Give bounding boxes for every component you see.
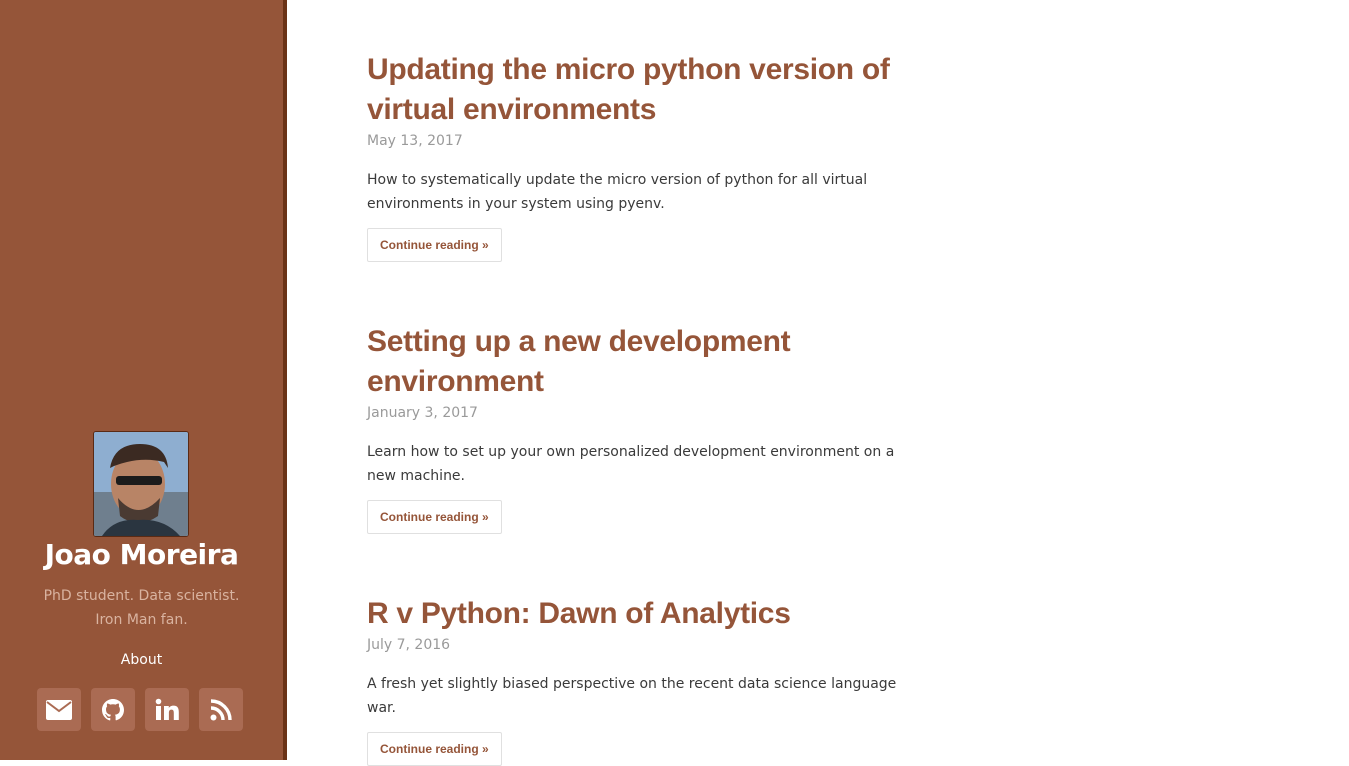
continue-reading-button[interactable]: Continue reading » xyxy=(367,732,502,766)
post-excerpt: A fresh yet slightly biased perspective … xyxy=(367,676,897,716)
post-title[interactable]: R v Python: Dawn of Analytics xyxy=(367,594,927,634)
rss-icon xyxy=(210,698,232,720)
post-date: January 3, 2017 xyxy=(367,405,478,421)
linkedin-link[interactable] xyxy=(145,688,189,731)
post-date: May 13, 2017 xyxy=(367,133,463,149)
github-link[interactable] xyxy=(91,688,135,731)
post-excerpt: Learn how to set up your own personalize… xyxy=(367,444,895,484)
email-link[interactable] xyxy=(37,688,81,731)
post-item: Updating the micro python version of vir… xyxy=(367,50,927,322)
post-title[interactable]: Updating the micro python version of vir… xyxy=(367,50,927,130)
linkedin-icon xyxy=(155,698,179,720)
sidebar: Joao Moreira PhD student. Data scientist… xyxy=(0,0,287,760)
continue-reading-button[interactable]: Continue reading » xyxy=(367,500,502,534)
post-item: Setting up a new development environment… xyxy=(367,322,927,594)
social-links xyxy=(37,688,243,731)
avatar-photo xyxy=(94,432,188,536)
avatar xyxy=(93,431,189,537)
post-list: Updating the micro python version of vir… xyxy=(367,50,927,766)
post-date: July 7, 2016 xyxy=(367,637,451,653)
rss-link[interactable] xyxy=(199,688,243,731)
continue-reading-button[interactable]: Continue reading » xyxy=(367,228,502,262)
github-icon xyxy=(102,698,124,720)
post-excerpt: How to systematically update the micro v… xyxy=(367,172,868,212)
author-name: Joao Moreira xyxy=(44,538,239,571)
nav-link-about[interactable]: About xyxy=(0,649,283,671)
post-title[interactable]: Setting up a new development environment xyxy=(367,322,927,402)
post-item: R v Python: Dawn of Analytics July 7, 20… xyxy=(367,594,927,766)
author-bio: PhD student. Data scientist. Iron Man fa… xyxy=(43,588,240,628)
email-icon xyxy=(46,699,72,720)
